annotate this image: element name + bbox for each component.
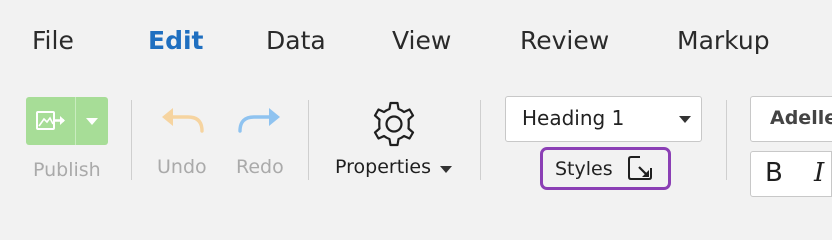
chevron-down-icon [440,166,452,173]
bold-button[interactable]: B [750,151,797,197]
ribbon-toolbar: Publish Undo Redo Properties Heading 1 S… [0,84,832,214]
paragraph-style-value: Heading 1 [522,106,625,130]
properties-button[interactable]: Properties [335,92,455,188]
paragraph-style-select[interactable]: Heading 1 [505,96,702,142]
bold-label: B [765,158,783,188]
ribbon-separator [131,100,132,180]
ribbon-separator [480,100,481,180]
publish-icon [36,111,65,130]
ribbon-separator [308,100,309,180]
undo-label: Undo [157,156,207,178]
dialog-launcher-icon [628,156,652,180]
ribbon-separator [726,100,727,180]
styles-button[interactable]: Styles [540,147,671,190]
chevron-down-icon [679,116,691,123]
publish-dropdown-button[interactable] [76,97,108,145]
undo-arrow-icon [162,108,204,133]
menu-markup[interactable]: Markup [677,24,770,58]
chevron-down-icon [86,118,98,125]
menu-review[interactable]: Review [520,24,609,58]
publish-label: Publish [33,159,101,181]
font-family-value: Adelle [770,107,832,129]
menu-file[interactable]: File [32,24,74,58]
redo-arrow-icon [238,108,280,133]
publish-split-button[interactable] [26,97,108,145]
redo-button[interactable]: Redo [230,98,290,194]
publish-button[interactable] [26,97,75,145]
italic-label: I [814,158,825,188]
menu-edit[interactable]: Edit [148,24,204,58]
styles-label: Styles [555,158,613,180]
menu-view[interactable]: View [392,24,451,58]
font-family-select[interactable]: Adelle [750,96,832,142]
properties-label: Properties [335,156,432,178]
menu-bar: File Edit Data View Review Markup [0,0,832,84]
undo-button[interactable]: Undo [152,98,212,194]
menu-data[interactable]: Data [266,24,326,58]
gear-icon [373,101,415,147]
redo-label: Redo [236,156,284,178]
italic-button[interactable]: I [796,151,832,197]
